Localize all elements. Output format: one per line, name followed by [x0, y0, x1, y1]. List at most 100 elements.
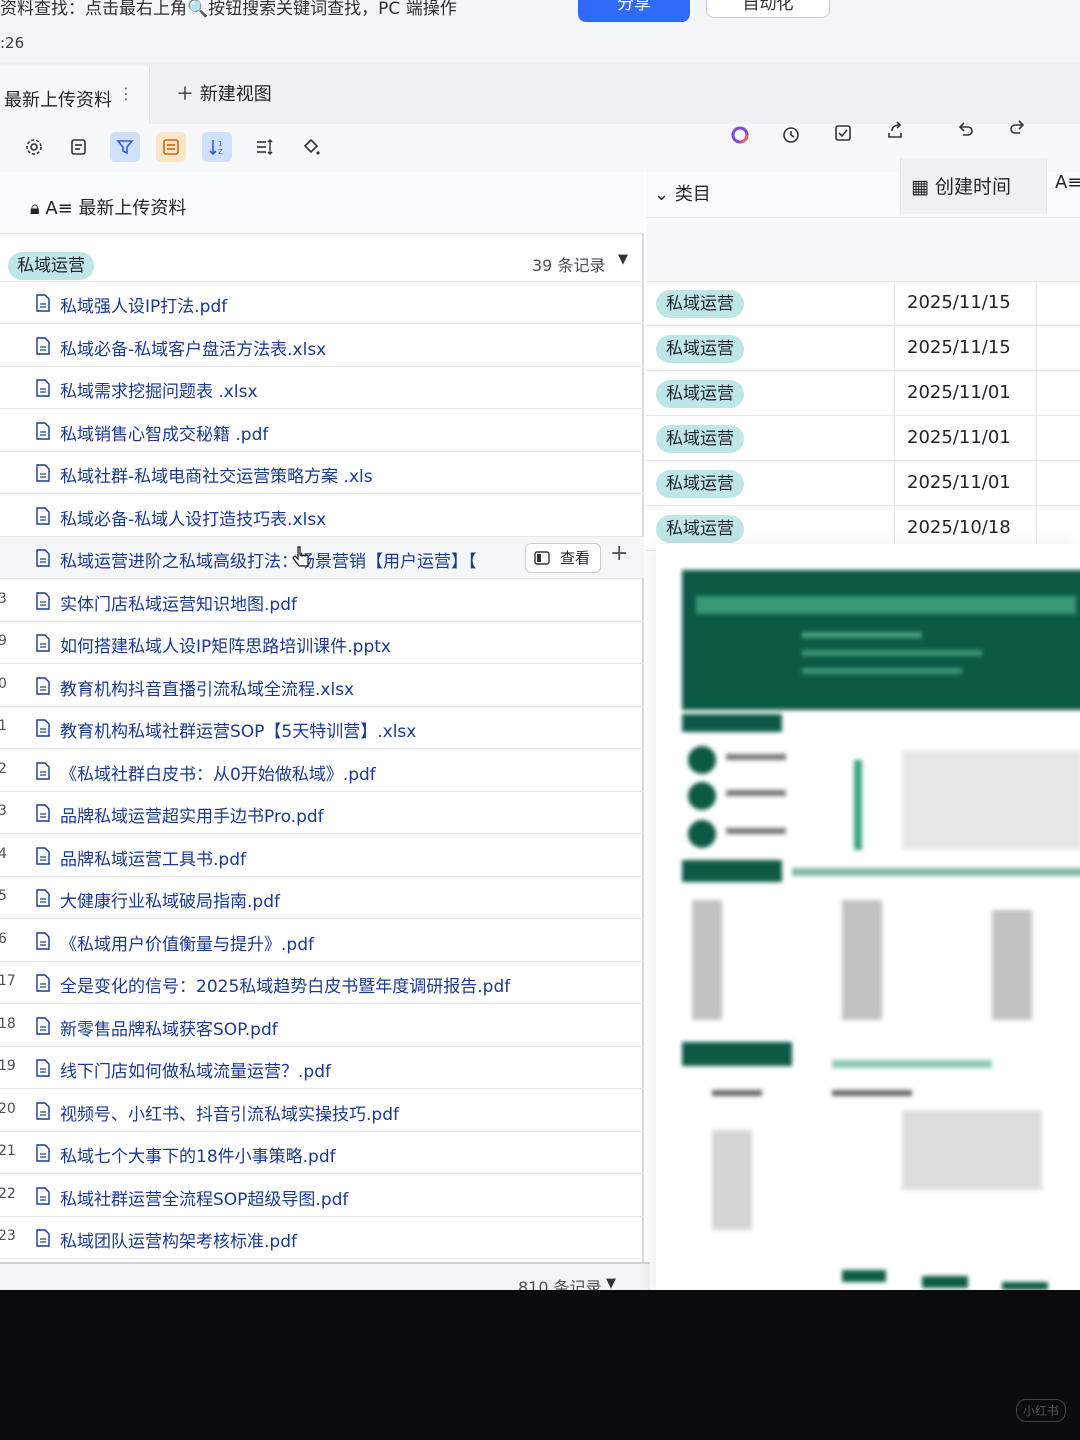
created-date: 2025/11/15 [894, 327, 1036, 371]
top-bar: 资料查找：点击最右上角🔍按钮搜索关键词查找，PC 端操作 :26 分享 自动化 … [0, 0, 1080, 62]
row-height-icon[interactable] [249, 132, 279, 162]
lock-icon: 🔒︎ [30, 198, 46, 219]
attachment-name[interactable]: 私域社群运营全流程SOP超级导图.pdf [60, 1185, 348, 1210]
fill-color-icon[interactable] [296, 132, 326, 162]
table-row-right[interactable]: 私域运营 2025/11/01 [646, 417, 1080, 461]
document-icon [36, 634, 50, 652]
group-record-count: 39 条记录 [532, 256, 606, 275]
sort-icon[interactable]: 1Z [202, 132, 232, 162]
attachment-name[interactable]: 视频号、小红书、抖音引流私域实操技巧.pdf [60, 1100, 399, 1125]
attachment-name[interactable]: 私域销售心智成交秘籍 .pdf [60, 420, 268, 445]
attachment-name[interactable]: 品牌私域运营工具书.pdf [60, 845, 246, 870]
redo-icon[interactable] [1003, 112, 1033, 142]
table-row[interactable]: 私域强人设IP打法.pdf [0, 282, 644, 324]
table-row[interactable]: 私域社群-私域电商社交运营策略方案 .xls [0, 452, 644, 494]
attachment-name[interactable]: 私域强人设IP打法.pdf [60, 292, 227, 317]
table-row-right[interactable]: 私域运营 2025/11/01 [646, 462, 1080, 506]
view-record-button[interactable]: 查看 [525, 543, 601, 573]
attachment-name[interactable]: 教育机构私域社群运营SOP【5天特训营】.xlsx [60, 717, 416, 742]
attachment-name[interactable]: 《私域社群白皮书：从0开始做私域》.pdf [60, 760, 376, 785]
new-view-button[interactable]: ＋ 新建视图 [176, 80, 272, 106]
add-icon[interactable]: + [610, 541, 628, 566]
table-row[interactable]: 1 教育机构私域社群运营SOP【5天特训营】.xlsx [0, 707, 644, 749]
table-row[interactable]: 9 如何搭建私域人设IP矩阵思路培训课件.pptx [0, 622, 644, 664]
ai-icon[interactable] [725, 120, 755, 150]
document-preview[interactable] [656, 544, 1080, 1290]
table-row[interactable]: 私域销售心智成交秘籍 .pdf [0, 410, 644, 452]
column-header-created[interactable]: ▦ 创建时间 [900, 158, 1046, 214]
attachment-name[interactable]: 私域必备-私域人设打造技巧表.xlsx [60, 505, 326, 530]
share-button[interactable]: 分享 [578, 0, 690, 22]
more-icon[interactable]: ⋯ [860, 0, 880, 10]
attachment-name[interactable]: 如何搭建私域人设IP矩阵思路培训课件.pptx [60, 632, 391, 657]
table-row[interactable]: 私域必备-私域人设打造技巧表.xlsx [0, 495, 644, 537]
row-number: 5 [0, 888, 7, 904]
table-row[interactable]: 3 品牌私域运营超实用手边书Pro.pdf [0, 792, 644, 834]
group-icon[interactable] [156, 132, 186, 162]
search-hint-text: 资料查找：点击最右上角🔍按钮搜索关键词查找，PC 端操作 [0, 0, 457, 19]
table-row[interactable]: 私域需求挖掘问题表 .xlsx [0, 367, 644, 409]
row-number: 23 [0, 1228, 16, 1244]
table-row-right[interactable]: 私域运营 2025/11/15 [646, 327, 1080, 371]
row-number: 4 [0, 845, 7, 862]
table-row[interactable]: 18 新零售品牌私域获客SOP.pdf [0, 1005, 644, 1047]
attachment-name[interactable]: 大健康行业私域破局指南.pdf [60, 887, 280, 912]
table-row[interactable]: 22 私域社群运营全流程SOP超级导图.pdf [0, 1175, 644, 1217]
table-row[interactable]: 2 《私域社群白皮书：从0开始做私域》.pdf [0, 750, 644, 792]
table-row[interactable]: 17 全是变化的信号：2025私域趋势白皮书暨年度调研报告.pdf [0, 962, 644, 1004]
total-record-count: 810 条记录 [518, 1278, 602, 1290]
primary-column-header[interactable]: 🔒︎ A≡ 最新上传资料 [0, 172, 644, 234]
document-icon [36, 1229, 50, 1247]
document-icon [36, 931, 50, 950]
created-date: 2025/11/01 [894, 417, 1036, 461]
chevron-down-icon[interactable]: ▼ [606, 1276, 616, 1290]
column-header-extra[interactable]: A≡ [1046, 158, 1080, 214]
attachment-name[interactable]: 线下门店如何做私域流量运营？.pdf [60, 1057, 331, 1082]
table-row-right[interactable]: 私域运营 2025/11/01 [646, 372, 1080, 416]
attachment-name[interactable]: 私域运营进阶之私域高级打法：场景营销【用户运营】【 [60, 547, 477, 572]
data-table: 🔒︎ A≡ 最新上传资料 私域运营 39 条记录 ▼ 私域强人设IP打法.pdf… [0, 158, 1080, 1290]
row-number: 22 [0, 1185, 16, 1202]
column-header-category[interactable]: ⌄ 类目 [654, 180, 711, 206]
attachment-name[interactable]: 《私域用户价值衡量与提升》.pdf [60, 930, 314, 955]
table-row[interactable]: 私域必备-私域客户盘活方法表.xlsx [0, 325, 644, 367]
field-config-icon[interactable] [64, 132, 94, 162]
category-tag: 私域运营 [656, 425, 744, 453]
created-column-label: 创建时间 [935, 176, 1012, 198]
attachment-name[interactable]: 私域必备-私域客户盘活方法表.xlsx [60, 335, 326, 360]
table-row[interactable]: 19 线下门店如何做私域流量运营？.pdf [0, 1047, 644, 1089]
table-row[interactable]: 私域运营进阶之私域高级打法：场景营销【用户运营】【 查看 + [0, 537, 644, 579]
history-icon[interactable] [776, 120, 806, 150]
table-row[interactable]: 3 实体门店私域运营知识地图.pdf [0, 580, 644, 622]
group-header[interactable]: 私域运营 39 条记录 ▼ [0, 238, 644, 282]
calendar-icon: ▦ [911, 176, 935, 198]
attachment-name[interactable]: 私域社群-私域电商社交运营策略方案 .xls [60, 462, 373, 487]
table-row[interactable]: 6 《私域用户价值衡量与提升》.pdf [0, 920, 644, 962]
undo-icon[interactable] [950, 114, 980, 144]
settings-icon[interactable] [19, 132, 49, 162]
table-row-right[interactable]: 私域运营 2025/11/15 [646, 282, 1080, 326]
table-row[interactable]: 5 大健康行业私域破局指南.pdf [0, 877, 644, 919]
attachment-name[interactable]: 私域需求挖掘问题表 .xlsx [60, 377, 258, 402]
filter-icon[interactable] [110, 132, 140, 162]
automation-button[interactable]: 自动化 [706, 0, 830, 18]
chevron-down-icon[interactable]: ▼ [618, 252, 628, 267]
table-row[interactable]: 0 教育机构抖音直播引流私域全流程.xlsx [0, 665, 644, 707]
attachment-name[interactable]: 品牌私域运营超实用手边书Pro.pdf [60, 802, 324, 827]
created-date: 2025/11/01 [894, 372, 1036, 416]
table-row[interactable]: 4 品牌私域运营工具书.pdf [0, 835, 644, 877]
attachment-name[interactable]: 全是变化的信号：2025私域趋势白皮书暨年度调研报告.pdf [60, 972, 510, 997]
tab-more-icon[interactable]: ⋮ [118, 84, 134, 103]
category-tag: 私域运营 [656, 290, 744, 318]
table-row[interactable]: 23 私域团队运营构架考核标准.pdf [0, 1217, 644, 1259]
table-row[interactable]: 20 视频号、小红书、抖音引流私域实操技巧.pdf [0, 1090, 644, 1132]
attachment-name[interactable]: 实体门店私域运营知识地图.pdf [60, 590, 297, 615]
attachment-name[interactable]: 私域七个大事下的18件小事策略.pdf [60, 1142, 336, 1167]
task-icon[interactable] [828, 118, 858, 148]
time-text: :26 [0, 34, 25, 52]
export-icon[interactable] [880, 116, 910, 146]
table-row[interactable]: 21 私域七个大事下的18件小事策略.pdf [0, 1132, 644, 1174]
attachment-name[interactable]: 教育机构抖音直播引流私域全流程.xlsx [60, 675, 354, 700]
attachment-name[interactable]: 新零售品牌私域获客SOP.pdf [60, 1015, 278, 1040]
attachment-name[interactable]: 私域团队运营构架考核标准.pdf [60, 1227, 297, 1252]
